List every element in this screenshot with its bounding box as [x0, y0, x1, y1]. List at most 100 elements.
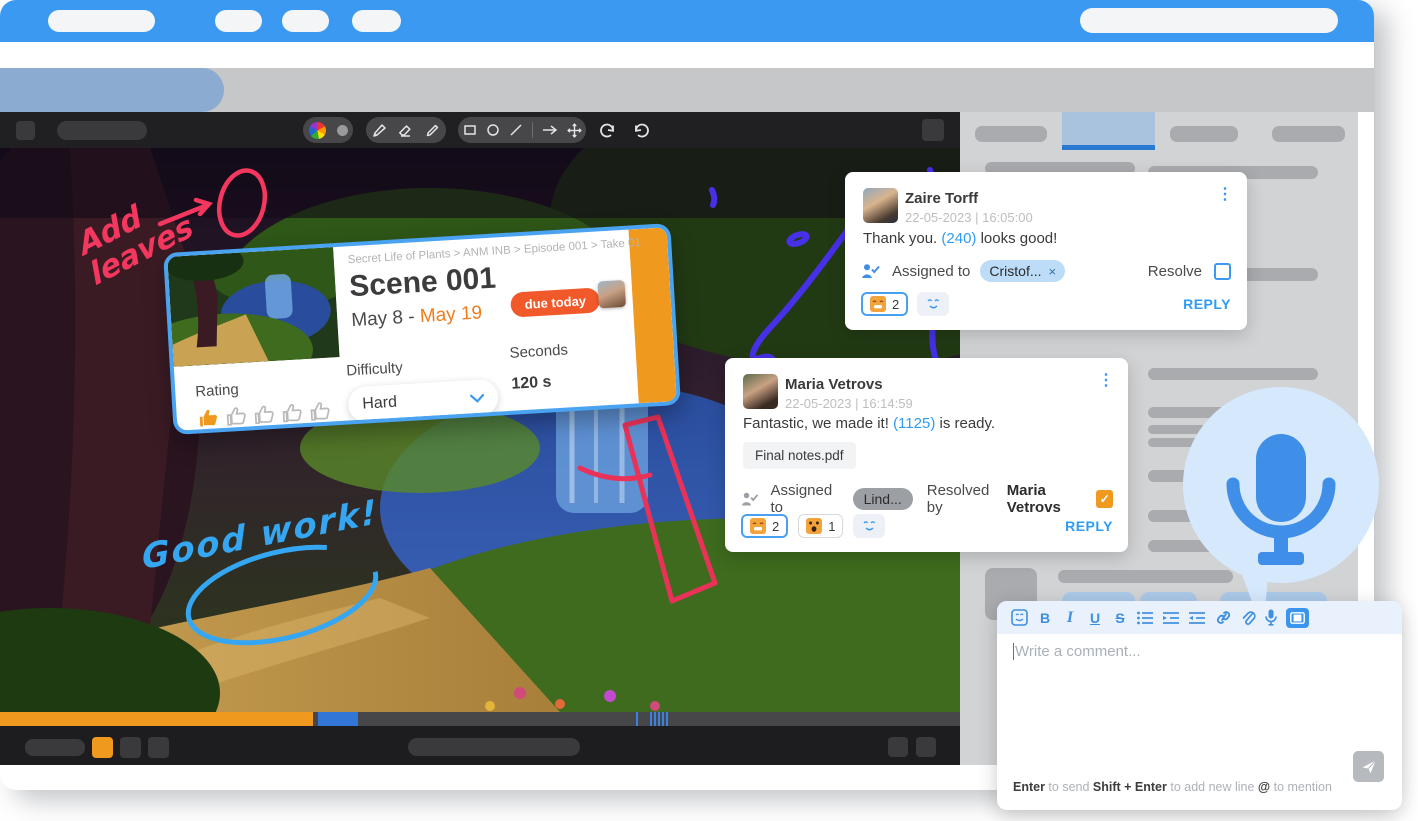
mic-icon[interactable] [1265, 609, 1277, 626]
bullet-list-icon[interactable] [1137, 611, 1154, 625]
brush-icon[interactable] [372, 123, 387, 138]
video-comment-button-active[interactable] [1286, 607, 1309, 628]
player-button-placeholder-1[interactable] [120, 737, 141, 758]
browser-menu-placeholder-3[interactable] [352, 10, 401, 32]
italic-button[interactable]: I [1062, 609, 1078, 627]
scene-task-card[interactable]: Secret Life of Plants > ANM INB > Episod… [163, 223, 681, 435]
tab-placeholder-1[interactable] [975, 126, 1047, 142]
reaction-chip-shock[interactable]: 1 [798, 514, 844, 538]
thumb-up-icon-filled[interactable] [196, 406, 220, 430]
shock-emoji-icon [806, 518, 823, 534]
eraser-icon[interactable] [398, 123, 413, 138]
browser-menu-placeholder-2[interactable] [282, 10, 329, 32]
emoji-icon[interactable] [1011, 609, 1028, 626]
timeline-marker[interactable] [650, 712, 652, 726]
attachment-chip[interactable]: Final notes.pdf [743, 442, 856, 469]
underline-button[interactable]: U [1087, 610, 1103, 626]
hint-to-add: to add new line [1166, 780, 1258, 794]
author-name: Zaire Torff [905, 190, 979, 207]
due-today-badge: due today [510, 287, 601, 318]
difficulty-block: Difficulty Hard [346, 354, 500, 424]
reply-button[interactable]: REPLY [1183, 296, 1231, 312]
thumb-up-icon[interactable] [308, 400, 332, 424]
timeline-marker[interactable] [658, 712, 660, 726]
send-button[interactable] [1353, 751, 1384, 782]
resolved-checkbox[interactable]: ✓ [1096, 490, 1113, 508]
tab-placeholder-3[interactable] [1272, 126, 1345, 142]
timeline-marker[interactable] [666, 712, 668, 726]
line-tool-icon[interactable] [509, 123, 523, 137]
tab-active-underline [1062, 145, 1155, 150]
outdent-icon[interactable] [1189, 611, 1206, 625]
scrubber-placeholder[interactable] [408, 738, 580, 756]
assignee-chip[interactable]: Lind... [852, 488, 913, 510]
rating-block: Rating [195, 376, 333, 431]
header-breadcrumb-placeholder [0, 68, 224, 112]
comment-input[interactable]: Write a comment... [1013, 643, 1141, 660]
comment-header: Maria Vetrovs 22-05-2023 | 16:14:59 [785, 376, 913, 411]
player-timeline[interactable] [0, 712, 960, 726]
assignee-chip-label: Cristof... [989, 263, 1042, 279]
chevron-down-icon [469, 393, 485, 403]
redo-icon[interactable] [598, 121, 617, 140]
text-caret [1013, 643, 1014, 660]
comment-text: Thank you. (240) looks good! [863, 230, 1057, 247]
undo-icon[interactable] [632, 121, 651, 140]
grin-emoji-icon [870, 296, 886, 312]
assignee-check-icon [862, 264, 880, 278]
strikethrough-button[interactable]: S [1112, 610, 1128, 626]
reaction-chip-grin[interactable]: 2 [861, 292, 909, 316]
move-tool-icon[interactable] [566, 122, 582, 138]
add-reaction-button[interactable] [917, 292, 950, 316]
add-reaction-button[interactable] [853, 514, 886, 538]
remove-assignee-icon[interactable]: × [1049, 264, 1057, 279]
avatar-maria[interactable] [743, 374, 778, 409]
link-icon[interactable] [1215, 610, 1232, 625]
tab-active-placeholder[interactable] [1062, 112, 1155, 145]
thumb-up-icon[interactable] [252, 403, 276, 427]
frame-link[interactable]: (1125) [893, 415, 935, 432]
assignee-avatar[interactable] [597, 279, 627, 309]
resolve-checkbox[interactable] [1214, 262, 1231, 280]
bold-button[interactable]: B [1037, 610, 1053, 626]
rectangle-tool-icon[interactable] [463, 123, 477, 137]
player-expand-placeholder[interactable] [922, 119, 944, 141]
player-button-placeholder-3[interactable] [888, 737, 908, 757]
kebab-menu-icon[interactable]: ⋮ [1098, 370, 1114, 390]
color-wheel-icon[interactable] [308, 121, 326, 139]
rating-label: Rating [194, 380, 240, 401]
arrow-tool-icon[interactable] [542, 123, 558, 137]
avatar-zaire[interactable] [863, 188, 898, 223]
indent-icon[interactable] [1163, 611, 1180, 625]
browser-search-placeholder[interactable] [1080, 8, 1338, 33]
tab-placeholder-2[interactable] [1170, 126, 1238, 142]
timeline-marker[interactable] [662, 712, 664, 726]
reaction-chip-grin[interactable]: 2 [741, 514, 789, 538]
assignee-chip[interactable]: Cristof... × [980, 260, 1066, 282]
fullscreen-button-placeholder[interactable] [916, 737, 936, 757]
pencil-icon[interactable] [425, 123, 440, 138]
brush-size-dot[interactable] [336, 124, 348, 136]
thumb-up-icon[interactable] [224, 405, 248, 429]
browser-title-placeholder [48, 10, 155, 32]
player-button-placeholder-2[interactable] [148, 737, 169, 758]
kebab-menu-icon[interactable]: ⋮ [1217, 184, 1233, 204]
reaction-row: 2 1 REPLY [741, 514, 1113, 538]
timeline-marker[interactable] [636, 712, 638, 726]
assigned-to-label: Assigned to [770, 482, 833, 516]
time-display-placeholder [25, 739, 85, 756]
player-controls [0, 726, 960, 765]
timeline-marker[interactable] [654, 712, 656, 726]
ellipse-tool-icon[interactable] [486, 123, 500, 137]
comment-text: Fantastic, we made it! (1125) is ready. [743, 415, 995, 432]
browser-menu-placeholder-1[interactable] [215, 10, 262, 32]
player-menu-placeholder[interactable] [16, 121, 35, 140]
frame-link[interactable]: (240) [941, 230, 976, 247]
reply-button[interactable]: REPLY [1065, 518, 1113, 534]
assignment-row: Assigned to Lind... Resolved by Maria Ve… [741, 482, 1113, 516]
difficulty-dropdown[interactable]: Hard [347, 378, 500, 424]
hint-to-send: to send [1044, 780, 1093, 794]
thumb-up-icon[interactable] [280, 401, 304, 425]
record-annotate-button[interactable] [92, 737, 113, 758]
paperclip-icon[interactable] [1241, 610, 1256, 626]
